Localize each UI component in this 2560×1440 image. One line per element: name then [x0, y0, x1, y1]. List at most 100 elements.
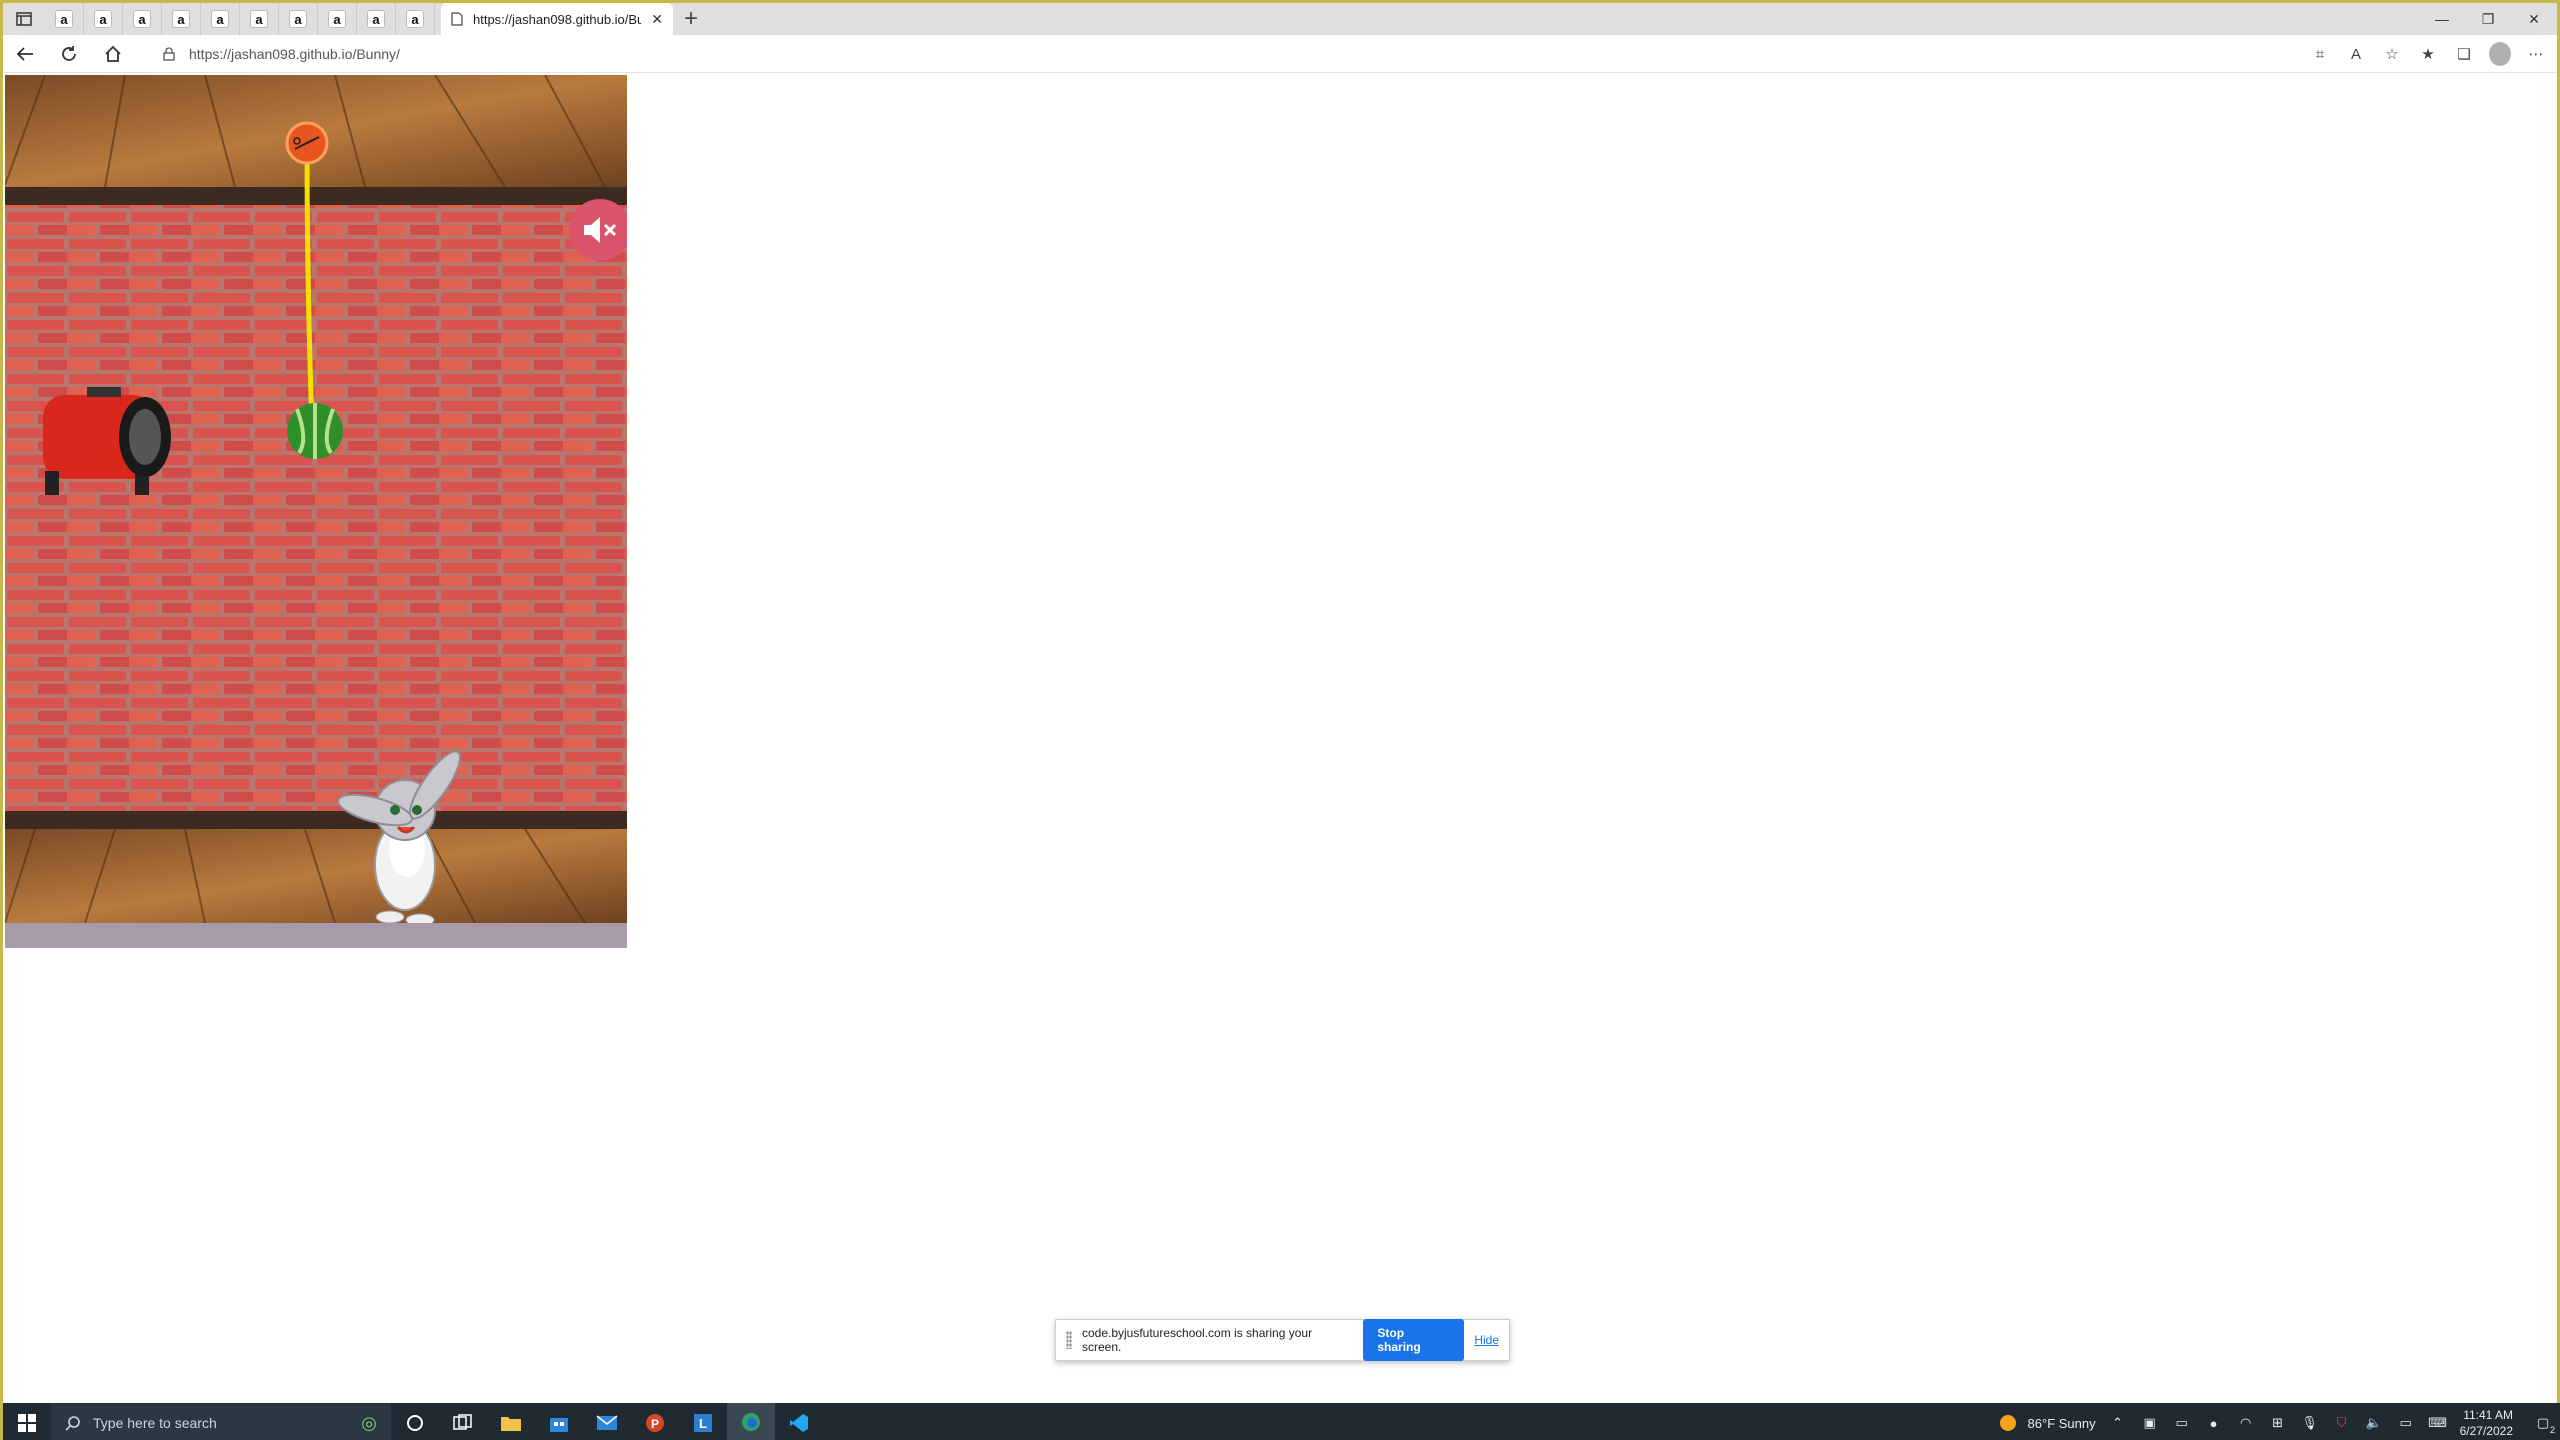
amazon-favicon-icon: a — [94, 10, 112, 28]
powerpoint-button[interactable]: P — [631, 1403, 679, 1440]
start-button[interactable] — [3, 1403, 51, 1440]
amazon-favicon-icon: a — [55, 10, 73, 28]
hide-link[interactable]: Hide — [1474, 1333, 1499, 1347]
task-view-button[interactable] — [439, 1403, 487, 1440]
tab-actions-button[interactable] — [3, 3, 45, 35]
windows-logo-icon — [18, 1414, 36, 1432]
collections-icon[interactable]: ❏ — [2453, 43, 2475, 65]
network-icon[interactable]: ⊞ — [2268, 1413, 2288, 1433]
amazon-favicon-icon: a — [328, 10, 346, 28]
search-icon — [65, 1416, 80, 1431]
svg-text:P: P — [651, 1417, 659, 1431]
keyboard-icon[interactable]: ⌨ — [2428, 1413, 2448, 1433]
speaker-muted-icon — [584, 217, 617, 243]
battery-icon[interactable]: ▭ — [2396, 1413, 2416, 1433]
weather-icon — [1999, 1415, 2016, 1431]
floor-strip — [5, 923, 627, 948]
favorites-icon[interactable]: ★ — [2417, 43, 2439, 65]
tab-amazon[interactable]: a — [279, 3, 318, 35]
amazon-favicon-icon: a — [133, 10, 151, 28]
vscode-button[interactable] — [775, 1403, 823, 1440]
home-button[interactable] — [91, 35, 135, 73]
new-tab-button[interactable]: + — [673, 3, 709, 35]
tab-amazon[interactable]: a — [123, 3, 162, 35]
screen-icon[interactable]: ▭ — [2172, 1413, 2192, 1433]
lightshot-icon: L — [694, 1414, 712, 1432]
volume-icon[interactable]: 🔈 — [2364, 1413, 2384, 1433]
game-scene — [5, 75, 627, 927]
profile-button[interactable] — [2489, 42, 2511, 66]
tab-title: https://jashan098.github.io/Bunny/ — [473, 11, 642, 27]
close-window-button[interactable]: ✕ — [2511, 3, 2557, 35]
lightshot-button[interactable]: L — [679, 1403, 727, 1440]
store-button[interactable] — [535, 1403, 583, 1440]
settings-more-icon[interactable]: ⋯ — [2525, 43, 2547, 65]
close-tab-icon[interactable]: ✕ — [651, 11, 663, 28]
system-tray: 86°F Sunny ⌃ ▣ ▭ ● ◠ ⊞ 🎙 ⛉ 🔈 ▭ ⌨ 11:41 A… — [1999, 1403, 2560, 1440]
drag-handle-icon[interactable] — [1066, 1331, 1072, 1349]
cortana-button[interactable] — [391, 1403, 439, 1440]
tab-amazon[interactable]: a — [357, 3, 396, 35]
page-icon — [451, 12, 463, 26]
amazon-favicon-icon: a — [250, 10, 268, 28]
back-button[interactable] — [3, 35, 47, 73]
search-placeholder: Type here to search — [93, 1415, 217, 1431]
add-favorite-icon[interactable]: ☆ — [2381, 43, 2403, 65]
tab-amazon[interactable]: a — [162, 3, 201, 35]
url-text: https://jashan098.github.io/Bunny/ — [189, 46, 400, 62]
tab-active[interactable]: https://jashan098.github.io/Bunny/ ✕ — [441, 3, 673, 35]
task-view-icon — [453, 1414, 472, 1430]
powerpoint-icon: P — [646, 1414, 664, 1432]
clock[interactable]: 11:41 AM 6/27/2022 — [2460, 1407, 2513, 1439]
tab-amazon[interactable]: a — [318, 3, 357, 35]
brick-wall — [5, 205, 627, 883]
microphone-icon[interactable]: 🎙 — [2300, 1413, 2320, 1433]
minimize-button[interactable]: — — [2419, 3, 2465, 35]
amazon-favicon-icon: a — [367, 10, 385, 28]
tab-actions-icon — [16, 12, 32, 26]
search-highlight-icon: ◎ — [361, 1412, 377, 1433]
tab-strip: a a a a a a a a a a https://jashan098.gi… — [3, 3, 2557, 35]
tab-amazon[interactable]: a — [45, 3, 84, 35]
screen-share-bar: code.byjusfutureschool.com is sharing yo… — [1055, 1319, 1510, 1361]
refresh-icon — [62, 45, 76, 61]
clock-time: 11:41 AM — [2463, 1408, 2513, 1422]
meet-now-icon[interactable]: ▣ — [2140, 1413, 2160, 1433]
avatar — [2489, 42, 2511, 66]
app-available-icon[interactable]: ⌗ — [2309, 43, 2331, 65]
refresh-button[interactable] — [47, 35, 91, 73]
clock-date: 6/27/2022 — [2459, 1424, 2513, 1438]
watermelon — [287, 403, 343, 459]
address-bar-row: https://jashan098.github.io/Bunny/ ⌗ A ☆… — [3, 35, 2557, 73]
mute-button[interactable] — [569, 199, 627, 261]
tab-amazon[interactable]: a — [396, 3, 435, 35]
security-shield-icon[interactable]: ⛉ — [2332, 1413, 2352, 1433]
cut-button — [285, 121, 329, 165]
amazon-favicon-icon: a — [406, 10, 424, 28]
tab-amazon[interactable]: a — [201, 3, 240, 35]
stop-sharing-button[interactable]: Stop sharing — [1363, 1319, 1465, 1361]
onedrive-icon[interactable]: ● — [2204, 1413, 2224, 1433]
window-controls: — ❐ ✕ — [2419, 3, 2557, 35]
mail-icon — [596, 1415, 618, 1430]
amazon-favicon-icon: a — [289, 10, 307, 28]
tab-amazon[interactable]: a — [240, 3, 279, 35]
show-hidden-icons[interactable]: ⌃ — [2108, 1413, 2128, 1433]
cortana-icon — [407, 1415, 423, 1431]
notifications-icon[interactable]: ▢ 2 — [2533, 1413, 2555, 1435]
edge-icon — [742, 1413, 760, 1431]
tab-amazon[interactable]: a — [84, 3, 123, 35]
toolbar-right: ⌗ A ☆ ★ ❏ ⋯ — [2309, 35, 2547, 73]
wifi-icon[interactable]: ◠ — [2236, 1413, 2256, 1433]
store-icon — [550, 1418, 568, 1432]
file-explorer-button[interactable] — [487, 1403, 535, 1440]
read-aloud-icon[interactable]: A — [2345, 43, 2367, 65]
edge-button[interactable] — [727, 1403, 775, 1440]
game-canvas[interactable] — [5, 75, 627, 948]
mail-button[interactable] — [583, 1403, 631, 1440]
vscode-icon — [790, 1414, 808, 1432]
restore-button[interactable]: ❐ — [2465, 3, 2511, 35]
weather-text[interactable]: 86°F Sunny — [2028, 1416, 2096, 1431]
address-bar[interactable]: https://jashan098.github.io/Bunny/ — [163, 35, 400, 73]
taskbar-search[interactable]: Type here to search ◎ — [51, 1403, 391, 1440]
